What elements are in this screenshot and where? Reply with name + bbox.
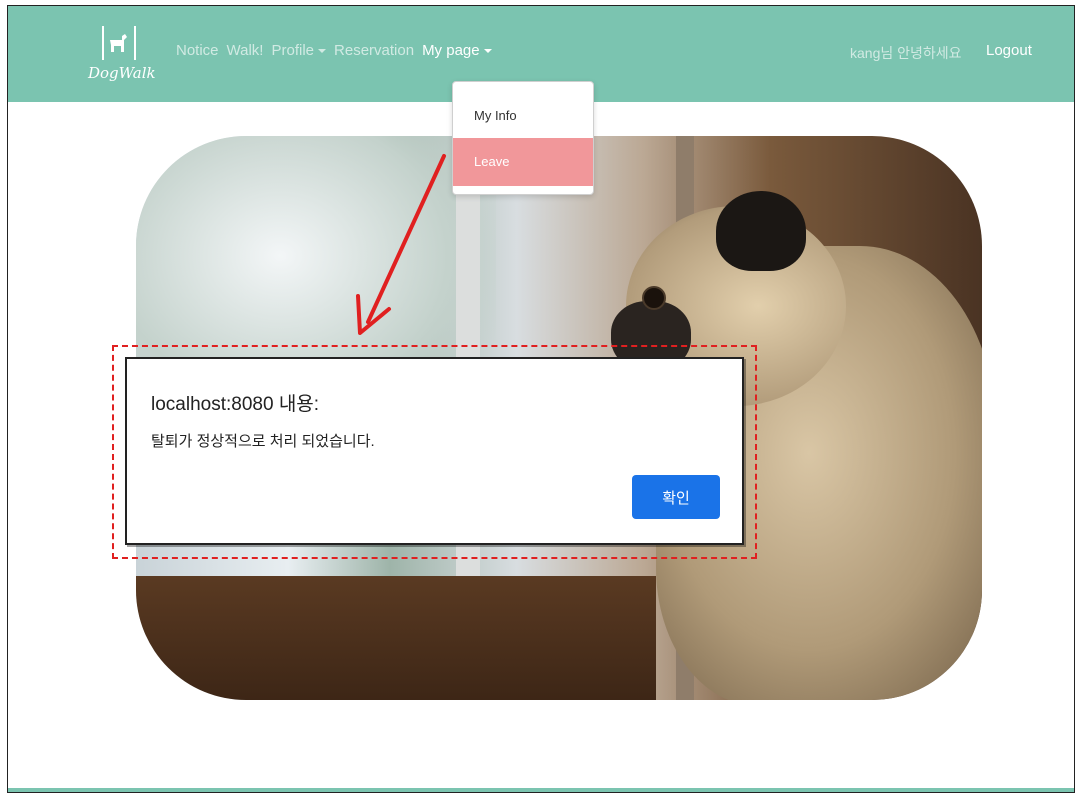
brand-name: DogWalk bbox=[88, 64, 156, 82]
dog-icon bbox=[110, 34, 127, 52]
caret-down-icon bbox=[483, 49, 492, 54]
dialog-message: 탈퇴가 정상적으로 처리 되었습니다. bbox=[151, 433, 375, 450]
hero-dog-eye bbox=[642, 286, 666, 310]
nav-profile-label: Profile bbox=[271, 42, 315, 59]
hero-window-sill bbox=[136, 576, 656, 700]
nav-mypage-label: My page bbox=[422, 42, 480, 59]
nav-links: Notice Walk! Profile Reservation My page bbox=[176, 42, 492, 59]
nav-mypage[interactable]: My page bbox=[422, 42, 492, 59]
dialog-title: localhost:8080 내용: bbox=[151, 394, 320, 415]
user-greeting: kang님 안녕하세요 bbox=[850, 45, 962, 61]
dropdown-item-my-info[interactable]: My Info bbox=[453, 96, 593, 136]
nav-walk[interactable]: Walk! bbox=[227, 42, 264, 59]
browser-viewport: DogWalk Notice Walk! Profile Reservation… bbox=[7, 5, 1075, 793]
dropdown-item-leave[interactable]: Leave bbox=[453, 138, 593, 186]
brand-logo[interactable]: DogWalk bbox=[88, 24, 168, 90]
nav-reservation[interactable]: Reservation bbox=[334, 42, 414, 59]
footer-bar bbox=[8, 788, 1074, 792]
alert-dialog: localhost:8080 내용: 탈퇴가 정상적으로 처리 되었습니다. 확… bbox=[125, 357, 744, 545]
nav-notice[interactable]: Notice bbox=[176, 42, 219, 59]
nav-profile[interactable]: Profile bbox=[271, 42, 327, 59]
logout-link[interactable]: Logout bbox=[986, 42, 1032, 59]
dialog-ok-button[interactable]: 확인 bbox=[632, 475, 720, 519]
caret-down-icon bbox=[318, 49, 327, 54]
hero-dog-ear bbox=[716, 191, 806, 271]
mypage-dropdown-menu: My Info Leave bbox=[452, 81, 594, 195]
